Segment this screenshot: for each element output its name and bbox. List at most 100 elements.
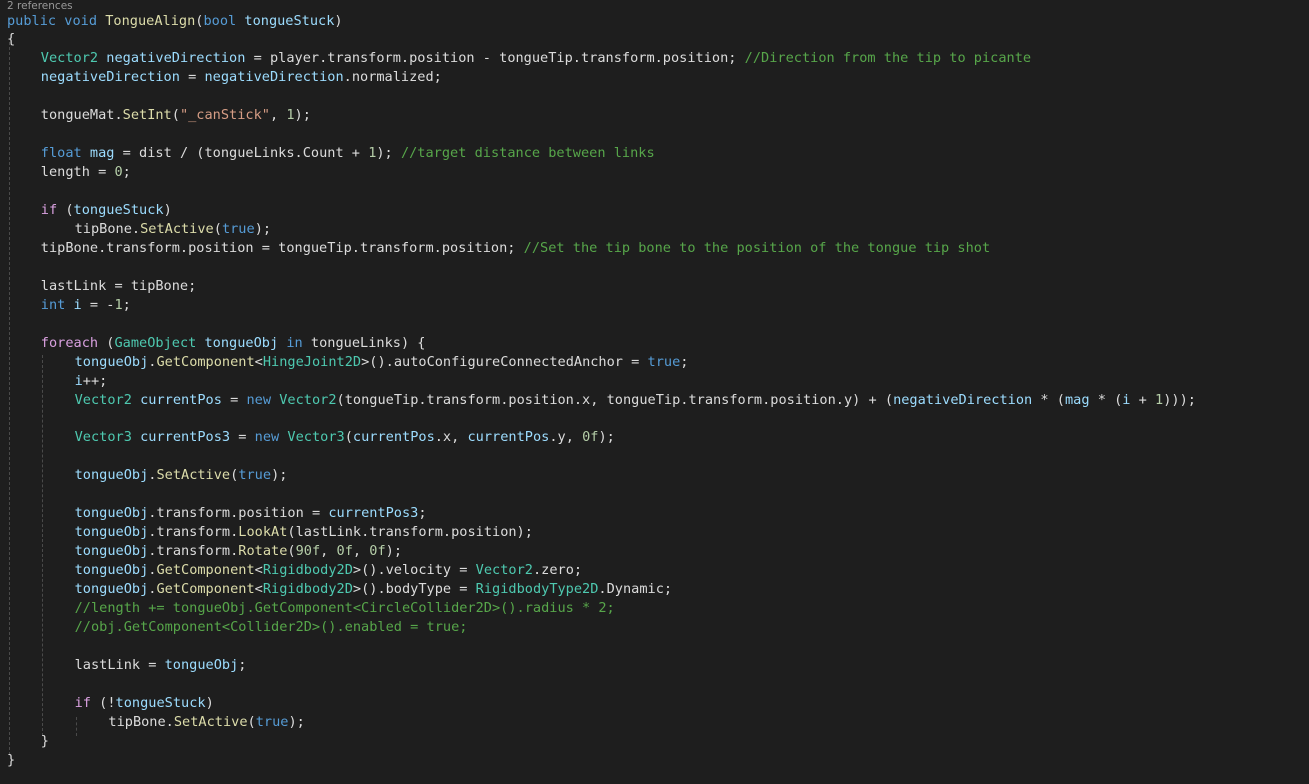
code-token: .y, <box>549 429 583 446</box>
code-token: Vector2 <box>74 391 132 408</box>
code-line[interactable]: { <box>7 30 15 49</box>
code-token: < <box>254 581 263 597</box>
code-line[interactable]: lastLink = tipBone; <box>41 277 197 296</box>
code-token: //length += tongueObj.GetComponent<Circl… <box>74 599 615 616</box>
code-token: GetComponent <box>156 562 255 579</box>
code-line[interactable]: tongueObj.SetActive(true); <box>75 466 288 485</box>
code-line[interactable]: negativeDirection = negativeDirection.no… <box>41 68 442 87</box>
indent-guide-foreach <box>42 355 43 736</box>
code-token: Rotate <box>238 543 288 560</box>
code-token: GameObject <box>114 334 197 351</box>
code-token: .normalized; <box>343 69 442 86</box>
code-token: mag <box>1064 391 1090 408</box>
code-line[interactable]: //obj.GetComponent<Collider2D>().enabled… <box>75 618 468 637</box>
code-line[interactable]: //length += tongueObj.GetComponent<Circl… <box>75 599 615 618</box>
code-line[interactable]: tongueObj.transform.position = currentPo… <box>75 504 427 523</box>
code-token: ; <box>238 656 247 673</box>
code-token: 1 <box>114 296 123 313</box>
code-line[interactable]: } <box>41 732 49 751</box>
code-token: tongueMat. <box>40 107 123 124</box>
code-token: if <box>74 694 91 711</box>
code-token: >(). <box>361 353 394 370</box>
code-token: 0f <box>369 543 386 560</box>
code-token: ); <box>254 220 272 237</box>
code-token: in <box>286 334 303 351</box>
code-line[interactable]: tipBone.SetActive(true); <box>108 713 304 732</box>
code-token: true <box>647 353 681 370</box>
code-token: negativeDirection <box>893 391 1033 408</box>
code-token: .x, <box>434 429 468 446</box>
code-token: 1 <box>1155 391 1164 408</box>
code-token: ); <box>294 107 311 124</box>
code-line[interactable]: tongueObj.GetComponent<HingeJoint2D>().a… <box>75 353 689 372</box>
code-token: (tongueTip.transform.position.x, tongueT… <box>336 391 894 408</box>
code-editor[interactable]: 2 references public void TongueAlign(boo… <box>0 0 1309 784</box>
code-token: negativeDirection <box>204 69 344 86</box>
code-token: ( <box>344 429 353 446</box>
code-token: tongueObj <box>74 353 149 370</box>
code-token: .transform.position = <box>148 505 329 522</box>
code-token: //target distance between links <box>400 145 655 162</box>
code-line[interactable]: length = 0; <box>41 163 131 182</box>
code-token: autoConfigureConnectedAnchor = <box>393 353 648 370</box>
code-line[interactable]: foreach (GameObject tongueObj in tongueL… <box>41 334 426 353</box>
code-token: * ( <box>1089 391 1123 408</box>
code-line[interactable]: float mag = dist / (tongueLinks.Count + … <box>41 144 655 163</box>
code-token: ( <box>98 334 115 351</box>
code-line[interactable]: i++; <box>75 372 108 391</box>
code-token: "_canStick" <box>179 107 270 124</box>
code-line[interactable]: tongueObj.transform.LookAt(lastLink.tran… <box>75 523 533 542</box>
code-line[interactable]: lastLink = tongueObj; <box>75 656 247 675</box>
code-line[interactable]: } <box>7 751 15 770</box>
code-line[interactable]: Vector3 currentPos3 = new Vector3(curren… <box>75 428 615 447</box>
code-line[interactable]: Vector2 currentPos = new Vector2(tongueT… <box>75 391 1196 410</box>
code-token: RigidbodyType2D <box>475 581 599 597</box>
code-token: length = <box>40 164 115 181</box>
code-token: foreach <box>40 334 99 351</box>
code-token: tongueObj <box>74 524 149 541</box>
code-token: //Set the tip bone to the position of th… <box>523 239 991 256</box>
code-line[interactable]: if (tongueStuck) <box>41 201 172 220</box>
code-token: ( <box>171 107 180 124</box>
code-token: GetComponent <box>156 353 255 370</box>
code-token: new <box>254 429 280 446</box>
code-token: tongueObj <box>74 562 149 579</box>
code-line[interactable]: Vector2 negativeDirection = player.trans… <box>41 49 1031 68</box>
code-token: float <box>40 145 82 162</box>
code-token: , <box>352 543 370 560</box>
code-token: 0f <box>582 429 599 446</box>
code-token: = <box>230 429 255 446</box>
code-token: >().velocity = <box>352 562 476 579</box>
code-token: tipBone.transform.position = tongueTip.t… <box>40 239 524 256</box>
code-token: .Dynamic; <box>598 581 673 597</box>
code-line[interactable]: tongueObj.transform.Rotate(90f, 0f, 0f); <box>75 542 402 561</box>
code-line[interactable]: tipBone.transform.position = tongueTip.t… <box>41 239 990 258</box>
code-line[interactable]: tongueObj.GetComponent<Rigidbody2D>().ve… <box>75 561 582 580</box>
code-token: currentPos3 <box>328 505 419 522</box>
code-token: true <box>255 713 289 730</box>
code-token: Vector2 <box>40 50 99 67</box>
code-line[interactable]: tongueObj.GetComponent<Rigidbody2D>().bo… <box>75 580 673 599</box>
code-token: * ( <box>1032 391 1065 408</box>
code-token: public <box>7 12 57 29</box>
code-token: ; <box>680 353 689 370</box>
code-line[interactable]: if (!tongueStuck) <box>75 694 214 713</box>
code-token: + <box>1130 391 1156 408</box>
code-token: currentPos3 <box>140 429 231 446</box>
code-line[interactable]: tipBone.SetActive(true); <box>75 220 271 239</box>
code-token: i <box>73 296 82 313</box>
code-line[interactable]: public void TongueAlign(bool tongueStuck… <box>7 12 343 31</box>
indent-guide-if <box>76 717 77 736</box>
code-token: , <box>320 543 337 560</box>
code-token: SetInt <box>122 107 172 124</box>
code-token: .transform. <box>148 524 239 541</box>
code-token: = <box>179 69 205 86</box>
code-token: Rigidbody2D <box>262 562 353 579</box>
code-token: TongueAlign <box>105 12 196 29</box>
code-line[interactable]: int i = -1; <box>41 296 131 315</box>
code-token: < <box>254 353 263 370</box>
code-token: //Direction from the tip to picante <box>744 50 1032 67</box>
code-line[interactable]: tongueMat.SetInt("_canStick", 1); <box>41 106 311 125</box>
